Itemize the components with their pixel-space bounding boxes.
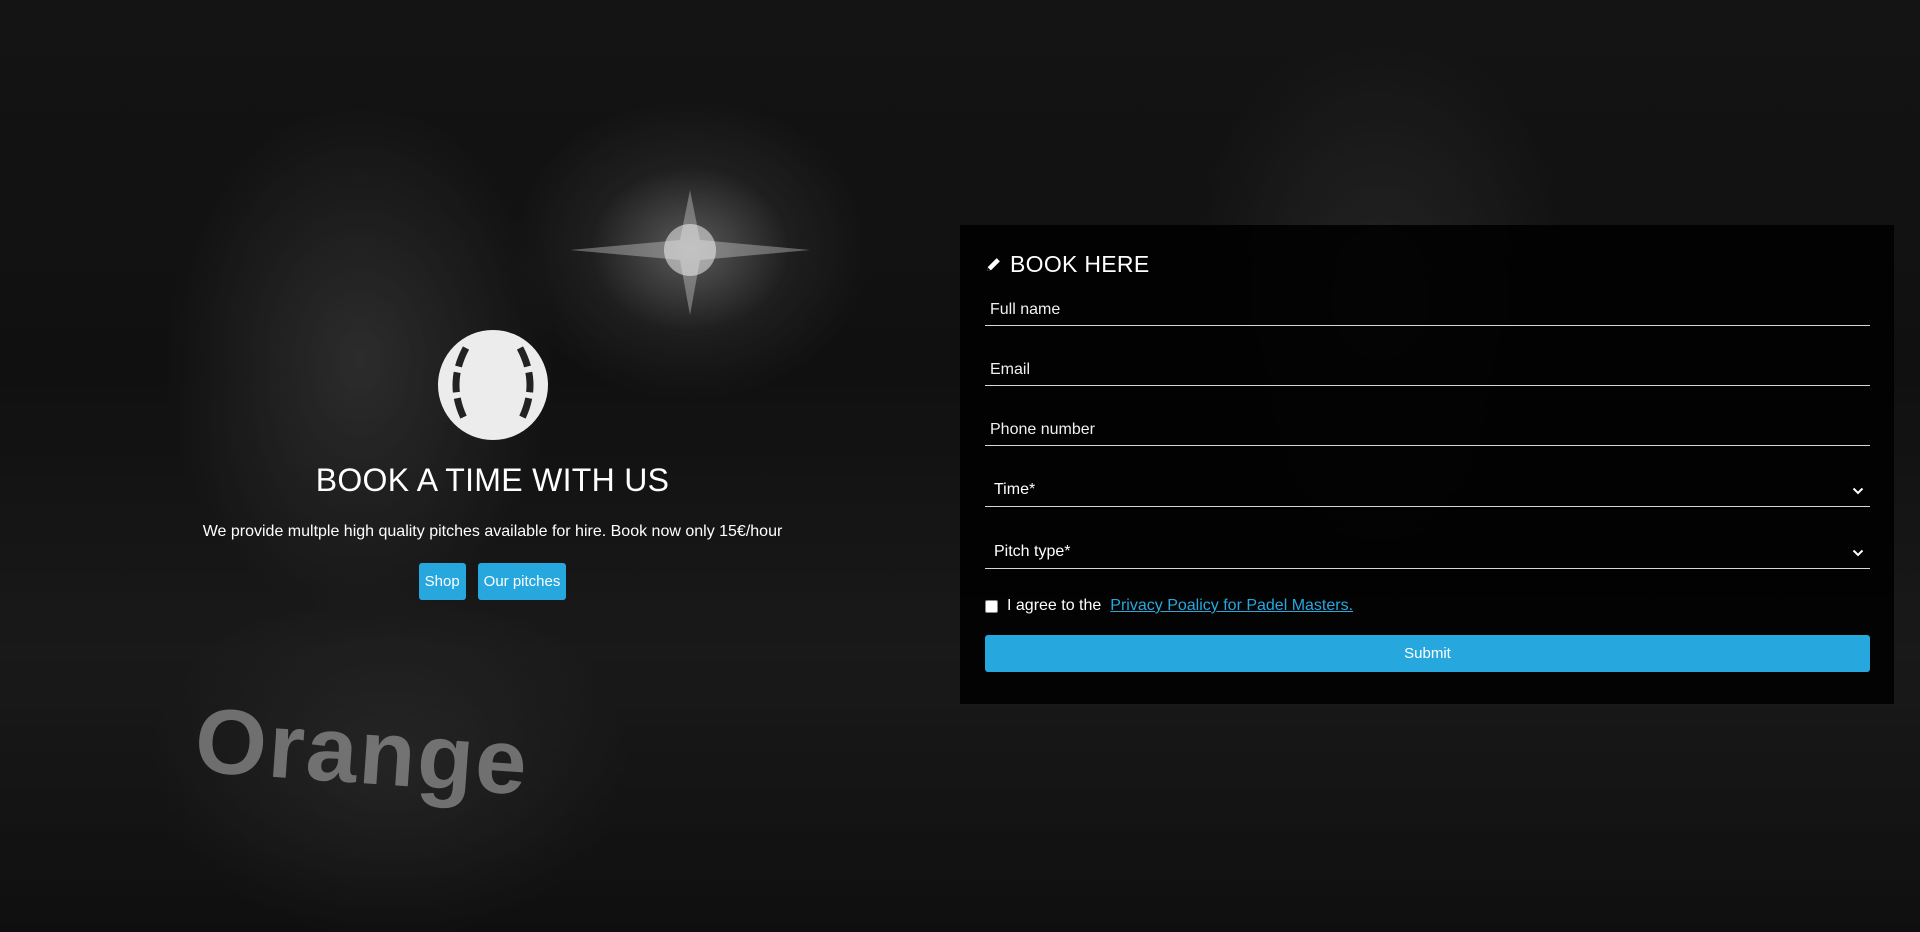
- pitch-type-select[interactable]: Pitch type*: [985, 532, 1870, 569]
- time-select[interactable]: Time*: [985, 470, 1870, 507]
- full-name-input[interactable]: [990, 301, 1865, 319]
- submit-button[interactable]: Submit: [985, 635, 1870, 672]
- chevron-down-icon: [1852, 487, 1864, 495]
- phone-field: [985, 410, 1870, 446]
- email-input[interactable]: [990, 361, 1865, 379]
- hero-section: Orange BOOK A TIME WITH US We provide mu…: [0, 0, 1920, 932]
- our-pitches-button[interactable]: Our pitches: [477, 563, 567, 600]
- agree-text: I agree to the: [1007, 597, 1102, 614]
- tennis-ball-icon: [437, 330, 548, 440]
- intro-buttons: Shop Our pitches: [418, 563, 567, 600]
- privacy-policy-link[interactable]: Privacy Poalicy for Padel Masters.: [1110, 597, 1353, 615]
- phone-input[interactable]: [990, 421, 1865, 439]
- intro-title: BOOK A TIME WITH US: [315, 462, 670, 498]
- booking-form: BOOK HERE Time* Pitch type* I agree to t…: [960, 225, 1894, 704]
- time-select-value: Time*: [994, 481, 1036, 498]
- intro-section: BOOK A TIME WITH US We provide multple h…: [0, 330, 985, 600]
- form-title: BOOK HERE: [985, 251, 1870, 278]
- pitch-type-select-value: Pitch type*: [994, 543, 1071, 560]
- intro-description: We provide multple high quality pitches …: [202, 523, 783, 540]
- form-title-text: BOOK HERE: [1010, 251, 1150, 277]
- full-name-field: [985, 290, 1870, 326]
- shop-button[interactable]: Shop: [418, 563, 466, 600]
- chevron-down-icon: [1852, 549, 1864, 557]
- privacy-agreement: I agree to the Privacy Poalicy for Padel…: [985, 597, 1870, 615]
- agree-checkbox[interactable]: [985, 599, 998, 613]
- email-field: [985, 350, 1870, 386]
- pencil-icon: [987, 258, 1000, 271]
